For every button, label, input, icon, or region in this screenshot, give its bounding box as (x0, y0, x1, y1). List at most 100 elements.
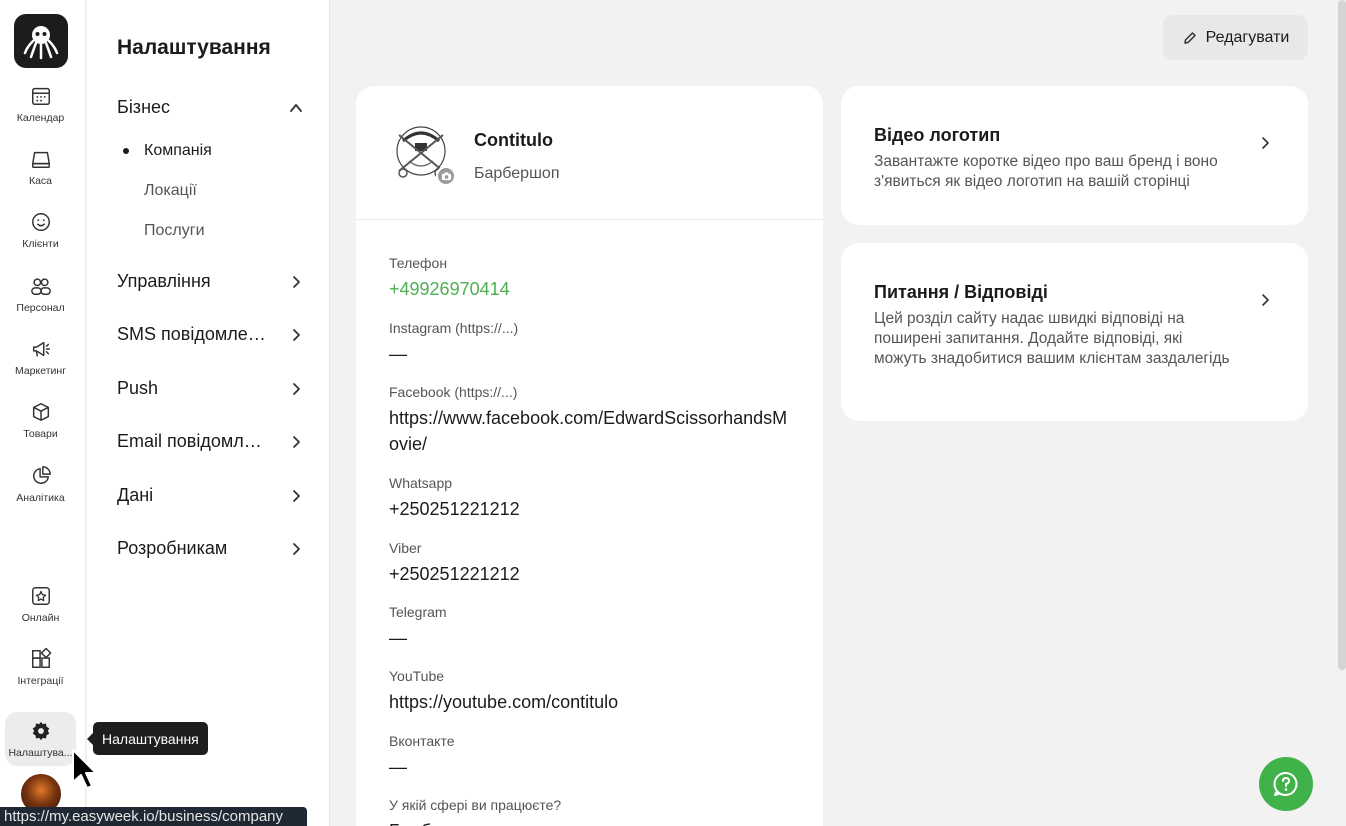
menu-section-label: Розробникам (117, 538, 228, 558)
rail-label: Маркетинг (14, 364, 67, 377)
menu-section-label: Push (117, 378, 159, 398)
menu-section-label: Дані (117, 485, 154, 505)
menu-sms[interactable]: SMS повідомлення (117, 324, 303, 345)
field-viber: Viber +250251221212 (389, 540, 789, 587)
video-logo-desc: Завантажте коротке відео про ваш бренд і… (874, 153, 1218, 190)
rail-label: Товари (23, 427, 58, 440)
mouse-cursor-icon (72, 749, 97, 789)
help-button[interactable] (1259, 757, 1313, 811)
settings-tooltip: Налаштування (87, 722, 208, 755)
field-value[interactable]: https://youtube.com/contitulo (389, 689, 789, 715)
calendar-icon (31, 87, 50, 105)
field-telegram: Telegram — (389, 604, 789, 651)
field-label: Facebook (https://...) (389, 384, 518, 400)
field-instagram: Instagram (https://...) — (389, 320, 789, 367)
edit-button[interactable]: Редагувати (1163, 15, 1308, 60)
page-scrollbar[interactable] (1338, 0, 1346, 670)
menu-sub-locations[interactable]: Локації (144, 182, 197, 200)
field-label: У якій сфері ви працюєте? (389, 797, 562, 813)
active-dot (123, 148, 129, 154)
rail-marketing[interactable]: Маркетинг (5, 330, 76, 384)
gear-icon (32, 721, 49, 740)
star-calendar-icon (31, 586, 50, 605)
field-whatsapp: Whatsapp +250251221212 (389, 475, 789, 522)
rail-label: Календар (16, 111, 65, 124)
rail-label: Аналітика (16, 491, 65, 504)
field-industry: У якій сфері ви працюєте? Барбершоп (389, 797, 789, 826)
help-chat-icon (1273, 771, 1298, 796)
chevron-right-icon (293, 542, 300, 555)
field-label: Instagram (https://...) (389, 320, 519, 336)
menu-business-label: Бізнес (117, 97, 171, 117)
rail-online[interactable]: Онлайн (5, 577, 76, 631)
field-value: — (389, 757, 407, 777)
field-youtube: YouTube https://youtube.com/contitulo (389, 668, 789, 715)
menu-management[interactable]: Управління (117, 271, 303, 292)
field-label: Viber (389, 540, 422, 556)
company-header: Contitulo Барбершоп (356, 86, 823, 220)
field-value[interactable]: +49926970414 (389, 276, 789, 302)
field-value: — (389, 628, 407, 648)
menu-section-label: Email повідомлення (117, 431, 267, 451)
menu-business[interactable]: Бізнес (117, 97, 303, 118)
cash-register-icon (31, 151, 50, 168)
icon-rail: Календар Каса Клієнти Персонал Маркетинг… (0, 0, 86, 826)
field-value: +250251221212 (389, 564, 520, 584)
company-card: Contitulo Барбершоп Телефон +49926970414… (356, 86, 823, 826)
field-value: — (389, 344, 407, 364)
rail-products[interactable]: Товари (5, 393, 76, 447)
rail-settings[interactable]: Налаштува... (5, 712, 76, 766)
field-label: Telegram (389, 604, 447, 620)
staff-icon (30, 277, 51, 295)
faq-card[interactable]: Питання / Відповіді Цей розділ сайту над… (841, 243, 1308, 421)
company-name: Contitulo (474, 130, 553, 150)
rail-staff[interactable]: Персонал (5, 267, 76, 321)
chevron-right-icon (293, 328, 300, 341)
chevron-right-icon (293, 275, 300, 288)
menu-email[interactable]: Email повідомлення (117, 431, 303, 452)
menu-title: Налаштування (117, 36, 271, 59)
faq-desc: Цей розділ сайту надає швидкі відповіді … (874, 310, 1230, 367)
rail-integrations[interactable]: Інтеграції (5, 640, 76, 694)
menu-section-label: Управління (117, 271, 211, 291)
edit-button-label: Редагувати (1205, 28, 1290, 46)
menu-developers[interactable]: Розробникам (117, 538, 303, 559)
rail-label: Онлайн (21, 611, 60, 624)
rail-label: Інтеграції (17, 674, 64, 687)
rail-label: Налаштува... (8, 746, 73, 759)
status-url: https://my.easyweek.io/business/company (0, 807, 307, 826)
octopus-logo-icon[interactable] (14, 14, 68, 68)
rail-label: Персонал (16, 301, 65, 314)
field-facebook: Facebook (https://...) https://www.faceb… (389, 384, 789, 457)
company-type: Барбершоп (474, 165, 560, 182)
field-label: Телефон (389, 255, 448, 271)
rail-analytics[interactable]: Аналітика (5, 457, 76, 511)
faq-title: Питання / Відповіді (874, 282, 1048, 302)
chevron-right-icon (1262, 294, 1269, 306)
menu-sub-services[interactable]: Послуги (144, 222, 205, 240)
menu-section-label: SMS повідомлення (117, 324, 267, 344)
field-vkontakte: Вконтакте — (389, 733, 789, 780)
menu-push[interactable]: Push (117, 378, 303, 399)
video-logo-card[interactable]: Відео логотип Завантажте коротке відео п… (841, 86, 1308, 225)
rail-clients[interactable]: Клієнти (5, 203, 76, 257)
chevron-right-icon (293, 489, 300, 502)
menu-data[interactable]: Дані (117, 485, 303, 506)
field-label: Whatsapp (389, 475, 453, 491)
pencil-icon (1183, 31, 1196, 44)
chevron-right-icon (293, 435, 300, 448)
field-label: YouTube (389, 668, 445, 684)
menu-sub-company[interactable]: Компанія (144, 142, 212, 160)
field-phone: Телефон +49926970414 (389, 255, 789, 302)
camera-icon[interactable] (436, 166, 456, 186)
chevron-up-icon (290, 103, 302, 112)
field-value[interactable]: https://www.facebook.com/EdwardScissorha… (389, 405, 789, 457)
chevron-right-icon (293, 382, 300, 395)
video-logo-title: Відео логотип (874, 125, 1001, 145)
megaphone-icon (32, 341, 50, 356)
box-icon (32, 402, 49, 421)
rail-cash[interactable]: Каса (5, 140, 76, 194)
field-value: Барбершоп (389, 818, 789, 826)
rail-calendar[interactable]: Календар (5, 77, 76, 131)
settings-menu: Налаштування Бізнес Компанія Локації Пос… (87, 0, 330, 826)
